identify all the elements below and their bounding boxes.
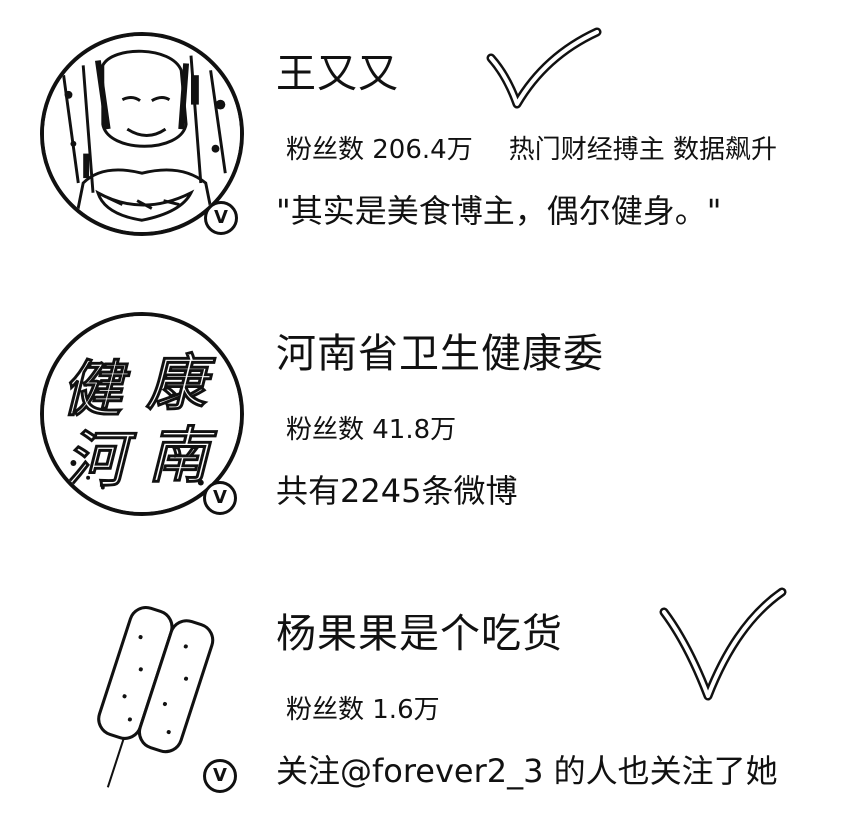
- checkmark-icon: [485, 26, 605, 110]
- user-card[interactable]: V 杨果果是个吃货 粉丝数 1.6万 关注@forever2_3 的人也关注了她: [0, 560, 849, 820]
- verified-icon: V: [204, 201, 238, 235]
- user-tags: 热门财经搏主 数据飙升: [508, 135, 777, 165]
- verified-icon: V: [203, 481, 237, 515]
- user-name[interactable]: 王又又: [276, 50, 399, 98]
- avatar-char: 健: [62, 355, 130, 425]
- user-card[interactable]: 健 康 河 南 V 河南省卫生健康委 粉丝数 41.8万 共有2245条微博: [0, 280, 849, 540]
- user-recommendation-list: V 王又又 粉丝数 206.4万 热门财经搏主 数据飙升 "其实是美食博主，偶尔健…: [0, 0, 849, 825]
- stats-row: 粉丝数 206.4万 热门财经搏主 数据飙升: [286, 133, 777, 167]
- user-card[interactable]: V 王又又 粉丝数 206.4万 热门财经搏主 数据飙升 "其实是美食博主，偶尔健…: [0, 0, 849, 260]
- avatar-char: 南: [148, 422, 217, 492]
- stats-row: 粉丝数 41.8万: [286, 413, 456, 447]
- checkmark-icon: [658, 584, 788, 704]
- follower-count: 粉丝数 41.8万: [286, 415, 457, 445]
- stats-row: 粉丝数 1.6万: [286, 693, 440, 727]
- user-name[interactable]: 河南省卫生健康委: [276, 330, 604, 378]
- avatar-char: 康: [146, 349, 216, 419]
- follower-count: 粉丝数 206.4万: [286, 135, 473, 165]
- user-description: 关注@forever2_3 的人也关注了她: [276, 752, 778, 790]
- user-name[interactable]: 杨果果是个吃货: [276, 610, 563, 658]
- follower-count: 粉丝数 1.6万: [286, 695, 440, 725]
- user-description: 共有2245条微博: [276, 472, 518, 510]
- user-description: "其实是美食博主，偶尔健身。": [276, 192, 722, 230]
- verified-icon: V: [203, 759, 237, 793]
- avatar-char: 河: [66, 426, 137, 496]
- avatar-photo-sketch: [44, 36, 240, 232]
